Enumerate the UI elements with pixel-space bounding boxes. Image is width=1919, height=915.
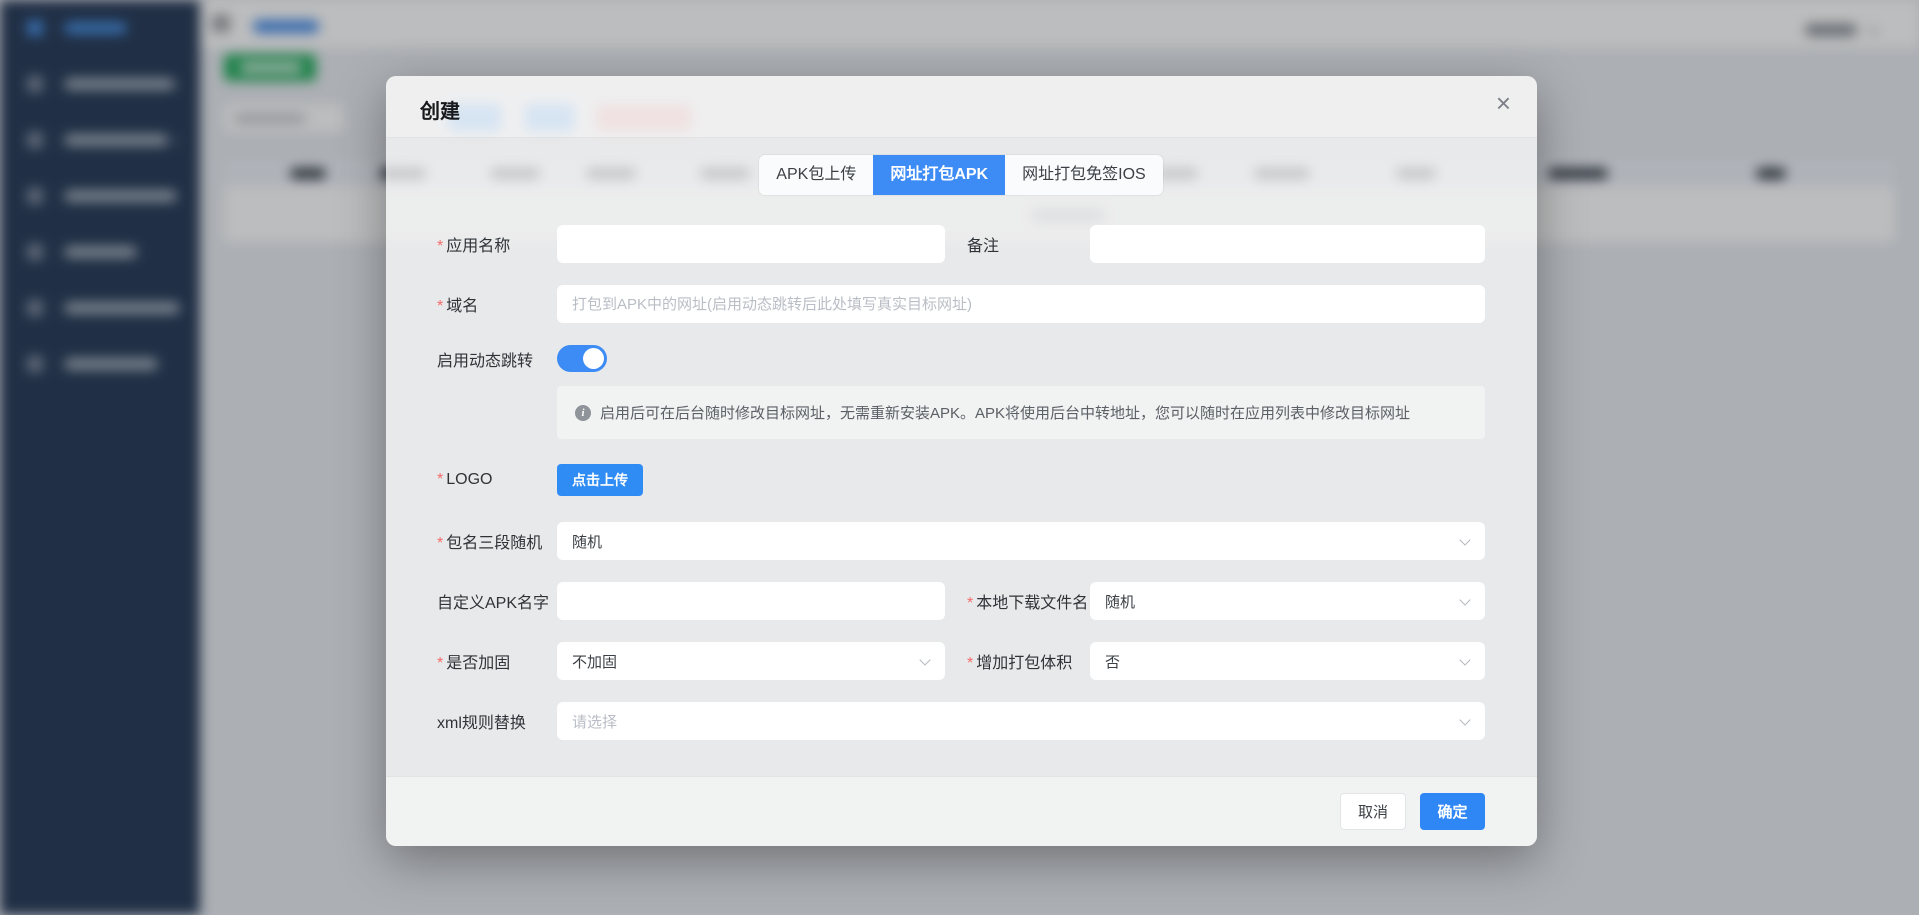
create-dialog: 创建 × APK包上传 网址打包APK 网址打包免签IOS *应用名称 备注 [386,76,1537,846]
note-text: 启用后可在后台随时修改目标网址，无需重新安装APK。APK将使用后台中转地址，您… [600,402,1410,423]
logo-label: *LOGO [437,471,557,489]
xml-rule-label: xml规则替换 [437,709,557,733]
harden-select[interactable]: 不加固 [557,642,945,680]
chevron-down-icon [1459,654,1470,665]
dialog-header: 创建 × [386,76,1537,138]
domain-input[interactable] [557,285,1485,323]
info-icon: i [575,405,591,421]
close-icon[interactable]: × [1496,90,1511,116]
create-form: *应用名称 备注 *域名 启用动态跳转 i 启 [437,225,1485,740]
chevron-down-icon [919,654,930,665]
remark-label: 备注 [967,232,1090,256]
logo-upload-button[interactable]: 点击上传 [557,464,643,496]
app-name-input[interactable] [557,225,945,263]
domain-label: *域名 [437,292,557,316]
package-random-label: *包名三段随机 [437,529,557,553]
increase-size-label: *增加打包体积 [967,649,1090,673]
local-filename-label: *本地下载文件名 [967,589,1090,613]
tab-apk-upload[interactable]: APK包上传 [759,155,873,195]
tab-url-pack-apk[interactable]: 网址打包APK [873,155,1005,195]
package-random-select[interactable]: 随机 [557,522,1485,560]
tab-group: APK包上传 网址打包APK 网址打包免签IOS [759,155,1162,195]
custom-apk-name-label: 自定义APK名字 [437,589,557,613]
tab-url-pack-ios[interactable]: 网址打包免签IOS [1005,155,1163,195]
xml-rule-select[interactable]: 请选择 [557,702,1485,740]
dynamic-redirect-note: i 启用后可在后台随时修改目标网址，无需重新安装APK。APK将使用后台中转地址… [557,386,1485,439]
local-filename-select[interactable]: 随机 [1090,582,1485,620]
dialog-footer: 取消 确定 [386,776,1537,846]
harden-label: *是否加固 [437,649,557,673]
increase-size-select[interactable]: 否 [1090,642,1485,680]
chevron-down-icon [1459,534,1470,545]
dynamic-redirect-toggle[interactable] [557,345,607,372]
chevron-down-icon [1459,714,1470,725]
cancel-button[interactable]: 取消 [1340,793,1406,830]
dynamic-redirect-label: 启用动态跳转 [437,347,557,371]
confirm-button[interactable]: 确定 [1420,793,1485,830]
custom-apk-name-input[interactable] [557,582,945,620]
chevron-down-icon [1459,594,1470,605]
dialog-title: 创建 [420,95,460,124]
app-name-label: *应用名称 [437,232,557,256]
dialog-body: APK包上传 网址打包APK 网址打包免签IOS *应用名称 备注 *域名 [386,138,1537,740]
remark-input[interactable] [1090,225,1485,263]
app-screen: 创建 × APK包上传 网址打包APK 网址打包免签IOS *应用名称 备注 [0,0,1919,915]
